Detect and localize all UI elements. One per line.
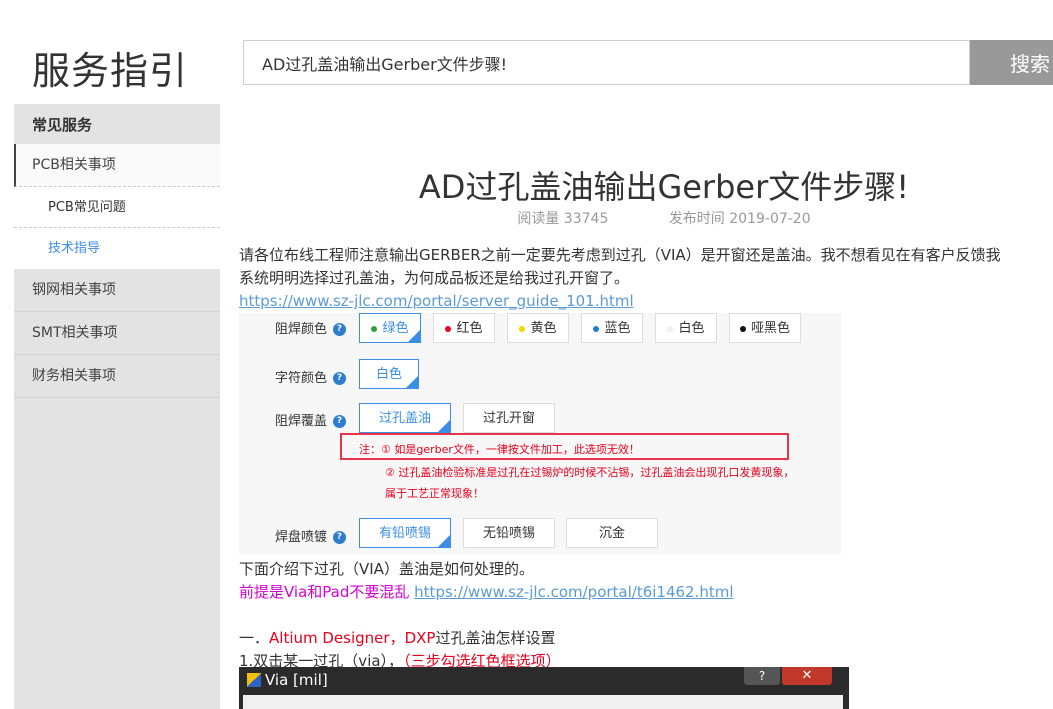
solder-color-blue: 蓝色 [581,313,643,343]
via-open: 过孔开窗 [463,403,555,433]
publish-date: 发布时间 2019-07-20 [668,211,811,227]
note-line: 注：① 如是gerber文件，一律按文件加工，此选项无效！ [359,443,640,456]
paragraph: 下面介绍下过孔（VIA）盖油是如何处理的。 [239,560,534,578]
sidebar-heading: 常见服务 [32,116,93,134]
solder-color-yellow: 黄色 [507,313,569,343]
sidebar-subitem-pcb-faq[interactable]: PCB常见问题 [14,187,220,228]
help-icon: ? [744,667,780,685]
article-body-continued: 下面介绍下过孔（VIA）盖油是如何处理的。 前提是Via和Pad不要混乱 htt… [239,558,1053,673]
help-icon: ? [333,531,347,544]
finish-hasl-lead: 有铅喷锡 [359,518,451,548]
color-dot-icon [519,325,526,332]
paragraph: 系统明明选择过孔盖油，为何成品板还是给我过孔开窗了。 [239,269,630,287]
color-dot-icon [667,325,674,332]
read-count: 阅读量 33745 [517,211,609,227]
article-body: 请各位布线工程师注意输出GERBER之前一定要先考虑到过孔（VIA）是开窗还是盖… [239,244,1053,313]
finish-enig: 沉金 [566,518,658,548]
sidebar-subitem-tech-guide[interactable]: 技术指导 [14,228,220,269]
app-icon [247,673,261,687]
finish-hasl-leadfree: 无铅喷锡 [463,518,555,548]
premise-text: 前提是Via和Pad不要混乱 [239,583,410,601]
solder-color-matte-black: 哑黑色 [729,313,801,343]
solder-color-green: 绿色 [359,313,421,343]
option-row-label: 阻焊颜色? [275,318,347,337]
section-prefix: 一． [239,629,270,647]
search-input[interactable] [243,40,970,85]
via-pad-link[interactable]: https://www.sz-jlc.com/portal/t6i1462.ht… [414,583,733,601]
dialog-body [243,695,843,709]
color-dot-icon [593,325,600,332]
note-line: 属于工艺正常现象！ [385,487,484,500]
color-dot-icon [739,325,746,332]
note-line: ② 过孔盖油检验标准是过孔在过锡炉的时候不沾锡，过孔盖油会出现孔口发黄现象， [385,466,795,479]
silk-color-white: 白色 [359,359,419,389]
option-row-label: 字符颜色? [275,367,347,386]
section-software: Altium Designer，DXP [269,629,436,647]
sidebar-item-smt[interactable]: SMT相关事项 [14,312,220,355]
sidebar: 常见服务 PCB相关事项 PCB常见问题 技术指导 钢网相关事项 SMT相关事项… [14,104,220,709]
server-guide-link[interactable]: https://www.sz-jlc.com/portal/server_gui… [239,292,634,310]
order-options-screenshot: 阻焊颜色? 绿色 红色 黄色 蓝色 白色 哑黑色 字符颜色? 白色 阻焊覆盖? … [239,313,841,554]
help-icon: ? [333,372,347,385]
help-icon: ? [333,323,347,336]
window-title: Via [mil] [265,671,328,689]
via-tented: 过孔盖油 [359,403,451,433]
sidebar-item-stencil[interactable]: 钢网相关事项 [14,269,220,312]
sidebar-item-pcb[interactable]: PCB相关事项 [14,144,220,187]
paragraph: 请各位布线工程师注意输出GERBER之前一定要先考虑到过孔（VIA）是开窗还是盖… [239,246,1001,264]
section-suffix: 过孔盖油怎样设置 [435,629,556,647]
solder-color-white: 白色 [655,313,717,343]
color-dot-icon [445,325,452,332]
close-icon: ✕ [782,667,832,685]
search-button[interactable]: 搜索 [970,40,1053,85]
article-title: AD过孔盖油输出Gerber文件步骤! [418,168,910,206]
color-dot-icon [371,325,378,332]
help-icon: ? [333,415,347,428]
site-title: 服务指引 [32,49,189,93]
option-row-label: 焊盘喷镀? [275,526,347,545]
via-dialog-screenshot: Via [mil] ? ✕ [239,667,849,709]
article-meta: 阅读量 33745 发布时间 2019-07-20 [239,208,1053,228]
solder-color-red: 红色 [433,313,495,343]
option-row-label: 阻焊覆盖? [275,410,347,429]
sidebar-item-finance[interactable]: 财务相关事项 [14,355,220,398]
